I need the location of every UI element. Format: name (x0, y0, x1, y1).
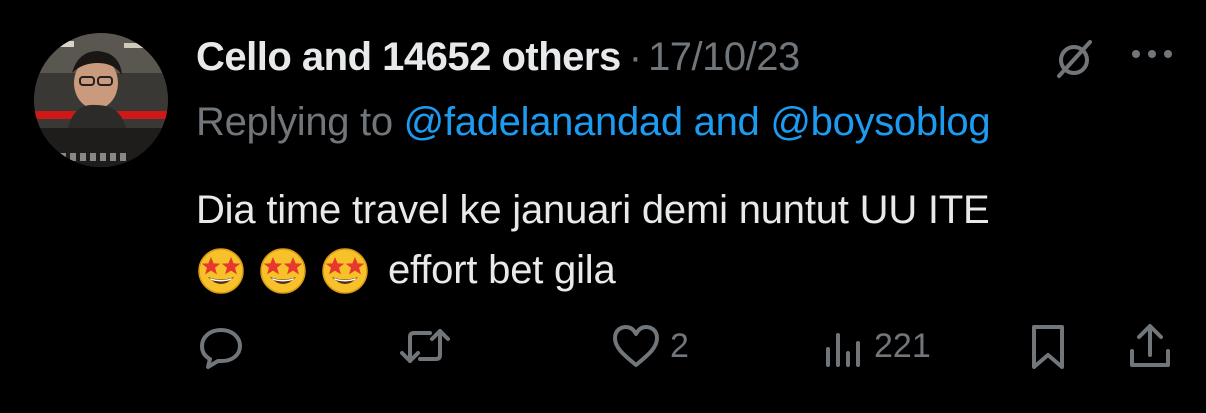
tweet-date[interactable]: 17/10/23 (648, 35, 800, 80)
tweet-text-line: Dia time travel ke januari demi nuntut U… (196, 188, 990, 232)
views-count: 221 (874, 326, 931, 365)
share-button[interactable] (1126, 318, 1174, 374)
avatar-image (34, 33, 168, 167)
retweet-button[interactable] (398, 318, 452, 374)
bookmark-icon (1032, 325, 1064, 369)
star-struck-emoji-icon (196, 245, 246, 295)
reply-button[interactable] (196, 318, 246, 374)
mention-link[interactable]: @boysoblog (770, 100, 990, 144)
heart-icon (613, 325, 659, 367)
tweet-actions: 2 221 (196, 318, 1186, 374)
star-struck-emoji-icon (258, 245, 308, 295)
views-button[interactable]: 221 (822, 318, 931, 374)
retweet-icon (400, 329, 450, 363)
tweet-text-line: effort bet gila (196, 240, 1186, 300)
tweet-text: Dia time travel ke januari demi nuntut U… (196, 180, 1186, 300)
avatar[interactable] (34, 33, 168, 167)
mention-link[interactable]: @fadelanandad (404, 100, 683, 144)
tweet-text-line-2: effort bet gila (388, 248, 616, 292)
separator-dot: · (628, 34, 643, 79)
share-icon (1130, 324, 1170, 367)
author-name[interactable]: Cello and 14652 others (196, 35, 621, 80)
views-icon (826, 333, 860, 367)
replying-to-label: Replying to (196, 100, 393, 144)
grok-icon[interactable] (1050, 34, 1098, 82)
bookmark-button[interactable] (1026, 318, 1070, 374)
reply-icon (200, 328, 242, 369)
replying-to-and[interactable]: and (694, 100, 760, 144)
tweet[interactable]: Cello and 14652 others · 17/10/23 Replyi… (0, 0, 1206, 413)
star-struck-emoji-icon (320, 245, 370, 295)
like-button[interactable]: 2 (610, 318, 689, 374)
replying-to: Replying to @fadelanandad and @boysoblog (196, 100, 991, 145)
tweet-header: Cello and 14652 others · 17/10/23 (196, 32, 800, 82)
more-options-icon[interactable] (1128, 44, 1176, 68)
like-count: 2 (670, 326, 689, 365)
